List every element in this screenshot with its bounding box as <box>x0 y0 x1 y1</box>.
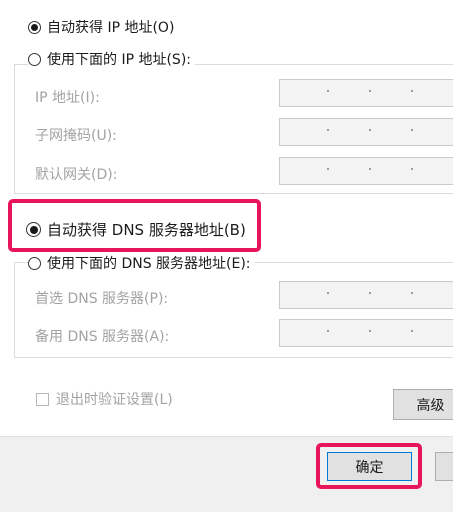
auto-ip-option[interactable]: 自动获得 IP 地址(O) <box>28 17 174 37</box>
subnet-mask-input[interactable] <box>279 118 453 146</box>
auto-ip-label: 自动获得 IP 地址(O) <box>47 20 175 36</box>
default-gateway-input[interactable] <box>279 157 453 185</box>
ip-address-input[interactable] <box>279 79 453 107</box>
auto-dns-highlight <box>8 199 261 252</box>
validate-on-exit-option[interactable]: 退出时验证设置(L) <box>36 389 173 409</box>
preferred-dns-label: 首选 DNS 服务器(P): <box>35 291 169 307</box>
manual-dns-option[interactable]: 使用下面的 DNS 服务器地址(E): <box>28 253 255 273</box>
validate-on-exit-label: 退出时验证设置(L) <box>56 392 173 408</box>
manual-ip-option[interactable]: 使用下面的 IP 地址(S): <box>28 49 195 69</box>
manual-dns-radio[interactable] <box>28 256 41 270</box>
validate-on-exit-checkbox[interactable] <box>36 392 49 406</box>
auto-ip-radio[interactable] <box>28 20 41 34</box>
preferred-dns-input[interactable] <box>279 281 453 309</box>
alternate-dns-label: 备用 DNS 服务器(A): <box>35 329 170 345</box>
ip-address-label: IP 地址(I): <box>35 90 100 106</box>
manual-ip-label: 使用下面的 IP 地址(S): <box>47 52 191 68</box>
ok-button-highlight <box>316 443 422 489</box>
default-gateway-label: 默认网关(D): <box>35 167 118 183</box>
alternate-dns-input[interactable] <box>279 319 453 347</box>
manual-dns-label: 使用下面的 DNS 服务器地址(E): <box>47 256 251 272</box>
subnet-mask-label: 子网掩码(U): <box>35 128 117 144</box>
manual-ip-radio[interactable] <box>28 52 41 66</box>
cancel-button[interactable] <box>435 452 453 481</box>
advanced-button[interactable]: 高级 <box>393 389 453 420</box>
